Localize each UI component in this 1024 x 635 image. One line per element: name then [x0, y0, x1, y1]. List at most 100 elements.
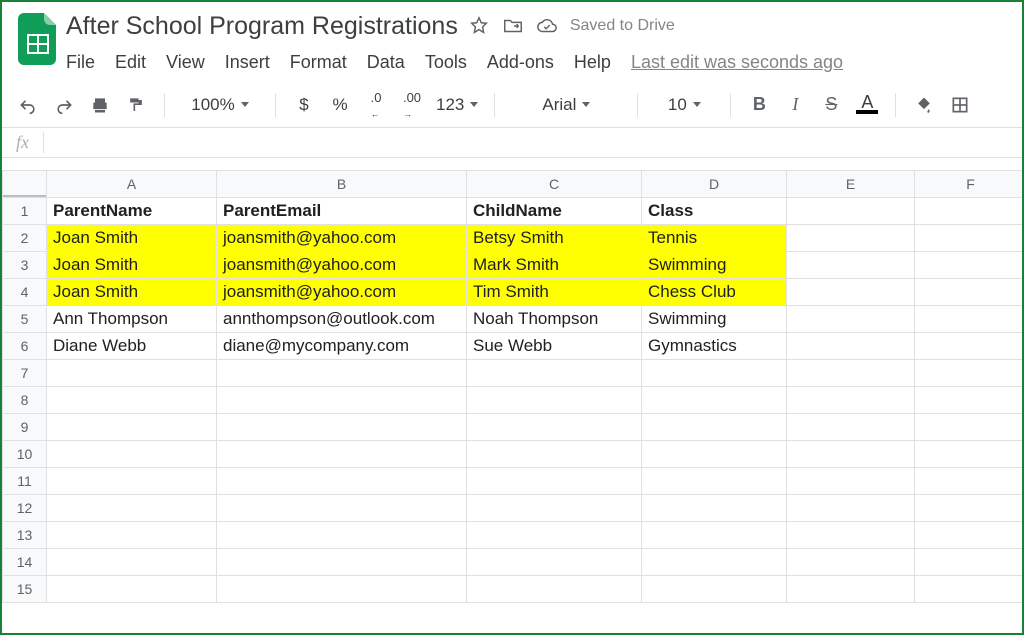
- row-header[interactable]: 2: [3, 225, 47, 252]
- row-header[interactable]: 8: [3, 387, 47, 414]
- row-header[interactable]: 9: [3, 414, 47, 441]
- cell-B15[interactable]: [217, 576, 467, 603]
- cell-A15[interactable]: [47, 576, 217, 603]
- move-icon[interactable]: [502, 15, 524, 37]
- cell-B12[interactable]: [217, 495, 467, 522]
- last-edit-link[interactable]: Last edit was seconds ago: [631, 52, 843, 73]
- cell-A12[interactable]: [47, 495, 217, 522]
- menu-help[interactable]: Help: [574, 52, 611, 73]
- undo-button[interactable]: [16, 91, 40, 119]
- cell-C9[interactable]: [467, 414, 642, 441]
- column-header-E[interactable]: E: [787, 171, 915, 198]
- row-header[interactable]: 15: [3, 576, 47, 603]
- cell-E13[interactable]: [787, 522, 915, 549]
- cell-D12[interactable]: [642, 495, 787, 522]
- cell-B14[interactable]: [217, 549, 467, 576]
- row-header[interactable]: 14: [3, 549, 47, 576]
- strikethrough-button[interactable]: S: [819, 91, 843, 119]
- cell-B8[interactable]: [217, 387, 467, 414]
- decrease-decimals-button[interactable]: .0←: [364, 91, 388, 119]
- cell-E9[interactable]: [787, 414, 915, 441]
- cell-C12[interactable]: [467, 495, 642, 522]
- spreadsheet-grid[interactable]: ABCDEF1ParentNameParentEmailChildNameCla…: [2, 170, 1022, 633]
- document-title[interactable]: After School Program Registrations: [66, 12, 458, 41]
- cell-A1[interactable]: ParentName: [47, 198, 217, 225]
- cell-F12[interactable]: [915, 495, 1023, 522]
- more-formats-dropdown[interactable]: 123: [436, 91, 478, 119]
- cell-A2[interactable]: Joan Smith: [47, 225, 217, 252]
- cell-E3[interactable]: [787, 252, 915, 279]
- row-header[interactable]: 4: [3, 279, 47, 306]
- cell-B5[interactable]: annthompson@outlook.com: [217, 306, 467, 333]
- cell-E6[interactable]: [787, 333, 915, 360]
- cell-F14[interactable]: [915, 549, 1023, 576]
- column-header-B[interactable]: B: [217, 171, 467, 198]
- cell-B9[interactable]: [217, 414, 467, 441]
- cell-E2[interactable]: [787, 225, 915, 252]
- formula-input[interactable]: [44, 128, 1022, 157]
- cell-A13[interactable]: [47, 522, 217, 549]
- menu-view[interactable]: View: [166, 52, 205, 73]
- cell-C2[interactable]: Betsy Smith: [467, 225, 642, 252]
- cell-B7[interactable]: [217, 360, 467, 387]
- cell-F6[interactable]: [915, 333, 1023, 360]
- cell-D7[interactable]: [642, 360, 787, 387]
- cell-C6[interactable]: Sue Webb: [467, 333, 642, 360]
- star-icon[interactable]: [468, 15, 490, 37]
- cell-B13[interactable]: [217, 522, 467, 549]
- font-family-dropdown[interactable]: Arial: [511, 91, 621, 119]
- cell-D6[interactable]: Gymnastics: [642, 333, 787, 360]
- cell-A14[interactable]: [47, 549, 217, 576]
- cell-E7[interactable]: [787, 360, 915, 387]
- cell-A3[interactable]: Joan Smith: [47, 252, 217, 279]
- cell-A10[interactable]: [47, 441, 217, 468]
- column-header-A[interactable]: A: [47, 171, 217, 198]
- cell-E10[interactable]: [787, 441, 915, 468]
- row-header[interactable]: 10: [3, 441, 47, 468]
- cell-D2[interactable]: Tennis: [642, 225, 787, 252]
- cell-C4[interactable]: Tim Smith: [467, 279, 642, 306]
- menu-data[interactable]: Data: [367, 52, 405, 73]
- cell-C13[interactable]: [467, 522, 642, 549]
- row-header[interactable]: 1: [3, 198, 47, 225]
- row-header[interactable]: 5: [3, 306, 47, 333]
- currency-button[interactable]: $: [292, 91, 316, 119]
- cell-D9[interactable]: [642, 414, 787, 441]
- cell-B4[interactable]: joansmith@yahoo.com: [217, 279, 467, 306]
- cell-E14[interactable]: [787, 549, 915, 576]
- cell-A11[interactable]: [47, 468, 217, 495]
- cell-C1[interactable]: ChildName: [467, 198, 642, 225]
- menu-insert[interactable]: Insert: [225, 52, 270, 73]
- cell-C3[interactable]: Mark Smith: [467, 252, 642, 279]
- cell-A6[interactable]: Diane Webb: [47, 333, 217, 360]
- cell-E8[interactable]: [787, 387, 915, 414]
- cell-F3[interactable]: [915, 252, 1023, 279]
- cell-B3[interactable]: joansmith@yahoo.com: [217, 252, 467, 279]
- cell-A4[interactable]: Joan Smith: [47, 279, 217, 306]
- menu-addons[interactable]: Add-ons: [487, 52, 554, 73]
- cloud-saved-icon[interactable]: [536, 15, 558, 37]
- borders-button[interactable]: [948, 91, 972, 119]
- font-size-dropdown[interactable]: 10: [654, 91, 714, 119]
- bold-button[interactable]: B: [747, 91, 771, 119]
- cell-E1[interactable]: [787, 198, 915, 225]
- row-header[interactable]: 11: [3, 468, 47, 495]
- cell-E15[interactable]: [787, 576, 915, 603]
- cell-D3[interactable]: Swimming: [642, 252, 787, 279]
- cell-E5[interactable]: [787, 306, 915, 333]
- column-header-F[interactable]: F: [915, 171, 1023, 198]
- cell-A7[interactable]: [47, 360, 217, 387]
- cell-E11[interactable]: [787, 468, 915, 495]
- cell-C14[interactable]: [467, 549, 642, 576]
- cell-C10[interactable]: [467, 441, 642, 468]
- cell-B11[interactable]: [217, 468, 467, 495]
- cell-A5[interactable]: Ann Thompson: [47, 306, 217, 333]
- text-color-button[interactable]: A: [855, 91, 879, 119]
- paint-format-button[interactable]: [124, 91, 148, 119]
- cell-E4[interactable]: [787, 279, 915, 306]
- cell-A9[interactable]: [47, 414, 217, 441]
- cell-D5[interactable]: Swimming: [642, 306, 787, 333]
- cell-F1[interactable]: [915, 198, 1023, 225]
- column-header-D[interactable]: D: [642, 171, 787, 198]
- row-header[interactable]: 3: [3, 252, 47, 279]
